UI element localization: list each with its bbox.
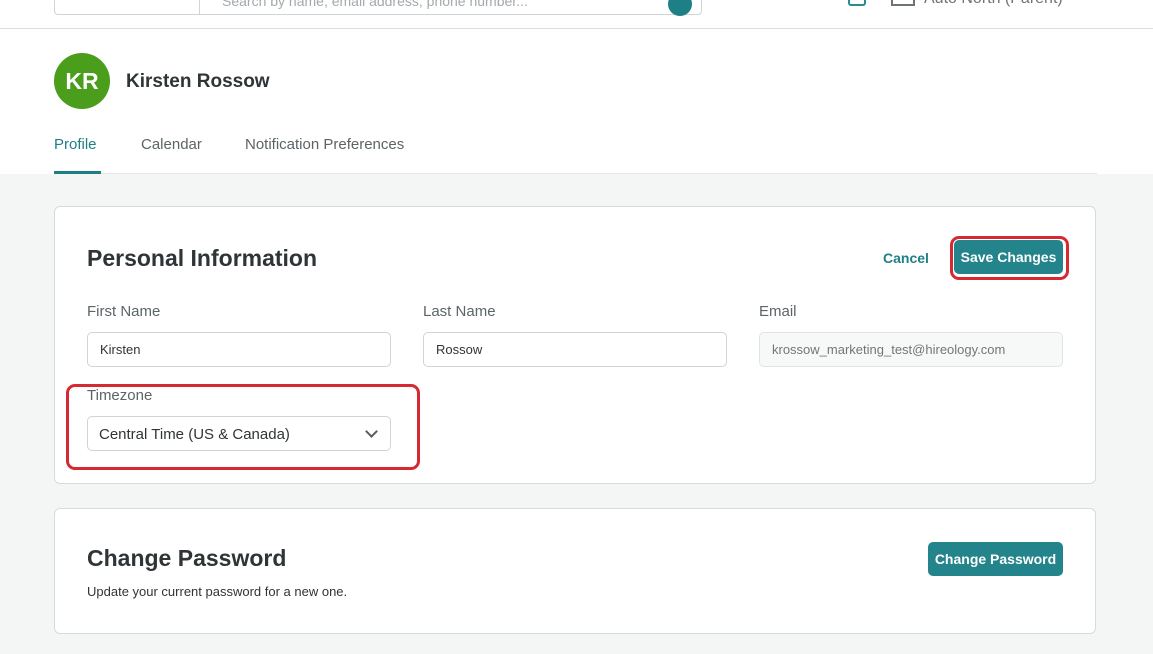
profile-header: KR Kirsten Rossow Profile Calendar Notif… — [0, 29, 1153, 174]
chevron-down-icon — [365, 425, 378, 438]
avatar: KR — [54, 53, 110, 109]
user-name: Kirsten Rossow — [126, 71, 270, 92]
save-changes-button[interactable]: Save Changes — [954, 240, 1063, 274]
active-tab-indicator — [54, 171, 101, 174]
profile-tabs: Profile Calendar Notification Preference… — [54, 132, 1097, 174]
timezone-value: Central Time (US & Canada) — [99, 426, 290, 443]
personal-information-card: Personal Information Cancel Save Changes… — [54, 206, 1096, 484]
tab-profile[interactable]: Profile — [54, 136, 97, 153]
building-icon — [891, 0, 915, 6]
tab-calendar[interactable]: Calendar — [141, 136, 202, 153]
timezone-select[interactable]: Central Time (US & Canada) — [87, 416, 391, 451]
email-label: Email — [759, 303, 797, 320]
last-name-label: Last Name — [423, 303, 496, 320]
timezone-label: Timezone — [87, 387, 153, 404]
change-password-title: Change Password — [87, 545, 287, 571]
search-icon[interactable] — [668, 0, 692, 16]
tab-notification-preferences[interactable]: Notification Preferences — [245, 136, 404, 153]
app-switcher[interactable] — [54, 0, 200, 15]
email-field — [759, 332, 1063, 367]
search-placeholder: Search by name, email address, phone num… — [222, 0, 528, 9]
change-password-button[interactable]: Change Password — [928, 542, 1063, 576]
personal-information-title: Personal Information — [87, 245, 318, 271]
first-name-field[interactable] — [87, 332, 391, 367]
account-switcher[interactable]: Auto North (Parent) — [924, 0, 1063, 8]
change-password-description: Update your current password for a new o… — [87, 584, 348, 599]
change-password-card: Change Password Update your current pass… — [54, 508, 1096, 634]
top-bar: Search by name, email address, phone num… — [0, 0, 1153, 29]
global-search[interactable]: Search by name, email address, phone num… — [199, 0, 702, 16]
cancel-button[interactable]: Cancel — [883, 250, 929, 266]
inbox-icon[interactable] — [848, 0, 866, 6]
first-name-label: First Name — [87, 303, 161, 320]
last-name-field[interactable] — [423, 332, 727, 367]
